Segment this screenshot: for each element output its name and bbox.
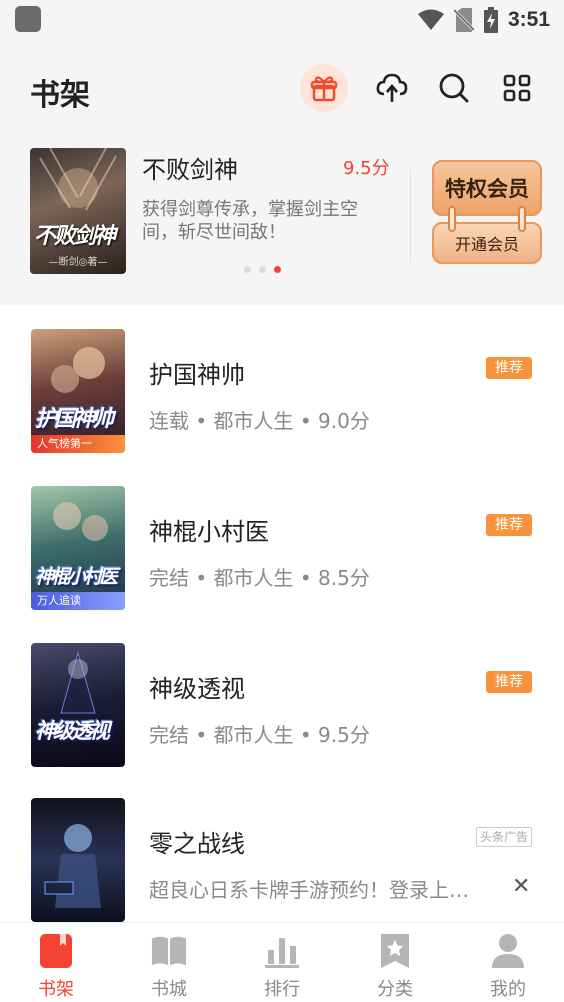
recommend-badge: 推荐 [486,357,532,379]
battery-charging-icon [483,7,498,33]
book-title[interactable]: 护国神帅 [149,355,245,390]
book-meta: 连载 • 都市人生 • 9.0分 [149,409,370,433]
featured-cover-title: 不败剑神 [34,223,116,249]
grid-icon [503,74,531,102]
carousel-dot [244,266,251,273]
status-icons: 3:51 [417,6,550,34]
page-title: 书架 [30,78,90,113]
divider [410,170,411,262]
cover-art [60,651,96,714]
book-cover[interactable]: 护国神帅 人气榜第一 [31,329,125,453]
profile-icon [490,933,526,969]
vip-card[interactable]: 特权会员 开通会员 [432,160,542,264]
cloud-sync-icon [376,73,408,102]
featured-book-cover[interactable]: 不败剑神 —断剑◎著— [30,148,126,274]
nav-item-category[interactable]: 分类 [339,923,451,1002]
category-icon [377,933,413,969]
book-open-icon [151,933,187,969]
ranking-icon [264,933,300,969]
book-title[interactable]: 神级透视 [149,669,245,704]
featured-book-score: 9.5分 [343,158,390,179]
cover-badge: 人气榜第一 [31,435,125,453]
gift-icon [310,76,338,102]
ad-title[interactable]: 零之战线 [149,824,245,859]
featured-book-description: 获得剑尊传承，掌握剑主空间，斩尽世间敌！ [142,199,358,243]
no-sim-icon [453,8,474,32]
carousel-dot-active [274,266,281,273]
cloud-sync-button[interactable] [372,68,412,108]
gift-button[interactable] [300,64,348,112]
book-cover-title: 神棍小村医 [35,566,118,588]
nav-label: 书架 [38,979,74,1000]
grid-menu-button[interactable] [497,68,537,108]
nav-item-ranking[interactable]: 排行 [226,923,338,1002]
vip-ring-decoration [518,206,526,232]
status-bar: 3:51 [0,0,564,40]
carousel-dot [259,266,266,273]
featured-cover-author: —断剑◎著— [48,257,108,268]
list-item[interactable]: 护国神帅 人气榜第一 护国神帅 连载 • 都市人生 • 9.0分 推荐 [0,317,564,473]
ad-art [44,824,101,908]
nav-item-bookshelf[interactable]: 书架 [0,923,112,1002]
status-time: 3:51 [507,8,550,31]
ad-image[interactable] [31,798,125,922]
book-cover-title: 护国神帅 [35,406,114,432]
nav-item-bookstore[interactable]: 书城 [113,923,225,1002]
book-meta: 完结 • 都市人生 • 8.5分 [149,566,370,590]
nav-label: 我的 [490,979,526,1000]
ad-badge: 头条广告 [476,827,532,847]
list-item[interactable]: 神级透视 神级透视 完结 • 都市人生 • 9.5分 推荐 [0,631,564,787]
list-item[interactable]: 神棍小村医 万人追读 神棍小村医 完结 • 都市人生 • 8.5分 推荐 [0,474,564,630]
book-title[interactable]: 神棍小村医 [149,512,269,547]
vip-ring-decoration [448,206,456,232]
book-cover-title: 神级透视 [35,718,110,743]
book-cover[interactable]: 神级透视 [31,643,125,767]
bottom-nav: 书架 书城 排行 分类 我的 [0,922,564,1002]
recommend-badge: 推荐 [486,514,532,536]
cover-badge: 万人追读 [31,592,125,610]
app-notification-icon [15,6,41,32]
ad-item[interactable]: 零之战线 超良心日系卡牌手游预约！登录上… 头条广告 ✕ [0,786,564,942]
close-ad-button[interactable]: ✕ [512,874,530,899]
search-icon [439,73,469,103]
featured-book-title[interactable]: 不败剑神 [142,150,238,185]
recommend-badge: 推荐 [486,671,532,693]
ad-description: 超良心日系卡牌手游预约！登录上… [149,878,469,902]
search-button[interactable] [434,68,474,108]
nav-label: 排行 [264,979,300,1000]
header: 书架 不败剑神 —断剑◎著— 不败剑神 9.5分 获得剑尊传承，掌握剑主空间，斩… [0,40,564,305]
book-meta: 完结 • 都市人生 • 9.5分 [149,723,370,747]
carousel-indicator [244,266,281,273]
nav-label: 书城 [151,979,187,1000]
nav-item-profile[interactable]: 我的 [452,923,564,1002]
bookshelf-icon [38,933,74,969]
nav-label: 分类 [377,979,413,1000]
book-cover[interactable]: 神棍小村医 万人追读 [31,486,125,610]
wifi-icon [417,9,444,30]
